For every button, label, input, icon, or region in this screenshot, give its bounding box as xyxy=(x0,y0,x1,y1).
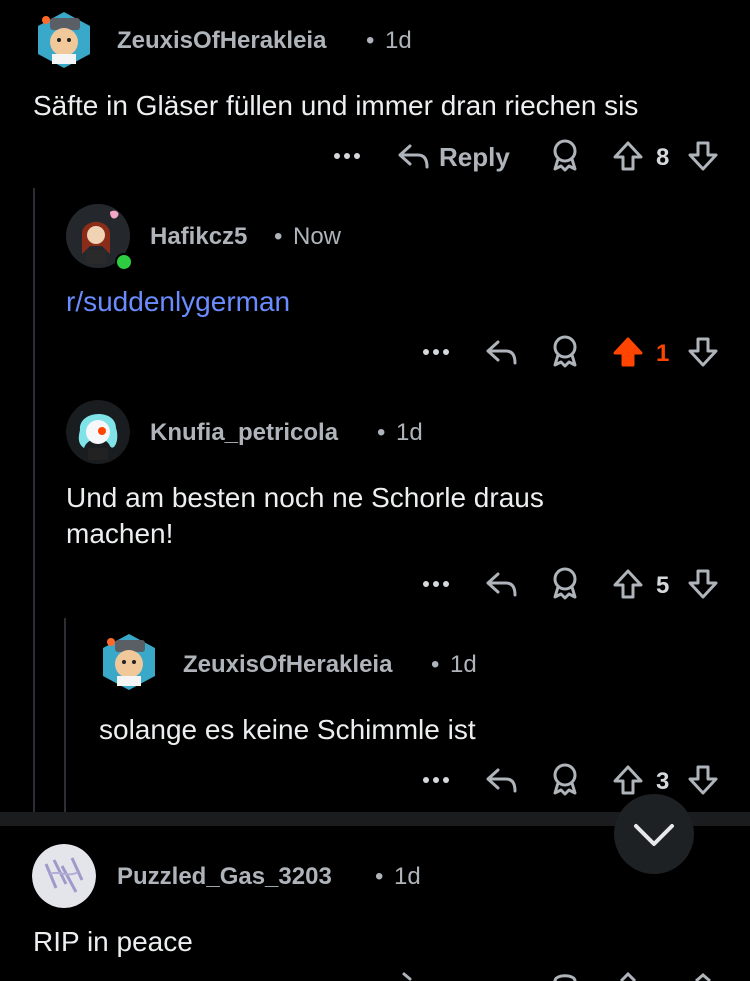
timestamp: Now xyxy=(293,223,342,250)
more-options-icon[interactable] xyxy=(333,146,361,166)
online-indicator xyxy=(115,253,133,271)
avatar[interactable] xyxy=(34,8,94,72)
vote-count: 8 xyxy=(656,144,670,171)
downvote-icon[interactable] xyxy=(688,336,718,368)
separator-dot: • xyxy=(366,27,375,54)
avatar-image-icon xyxy=(38,12,90,68)
username[interactable]: ZeuxisOfHerakleia xyxy=(117,27,326,55)
avatar-image-icon xyxy=(66,400,130,464)
timestamp: 1d xyxy=(394,863,421,890)
upvote-icon[interactable] xyxy=(613,568,643,600)
avatar[interactable] xyxy=(32,844,96,908)
downvote-icon[interactable] xyxy=(688,764,718,796)
reply-icon[interactable] xyxy=(484,764,518,796)
avatar[interactable] xyxy=(66,400,130,464)
timestamp: 1d xyxy=(396,419,423,446)
upvote-icon[interactable] xyxy=(613,140,643,172)
downvote-icon[interactable] xyxy=(688,970,718,981)
timestamp: 1d xyxy=(385,27,412,54)
more-options-icon[interactable] xyxy=(422,342,450,362)
separator-dot: • xyxy=(377,419,386,446)
award-icon[interactable] xyxy=(549,138,581,172)
award-icon[interactable] xyxy=(549,970,581,981)
comment-text: solange es keine Schimmle ist xyxy=(99,714,476,745)
username[interactable]: Knufia_petricola xyxy=(150,419,338,447)
separator-dot: • xyxy=(431,651,440,678)
avatar-image-icon xyxy=(103,634,155,690)
award-icon[interactable] xyxy=(549,762,581,796)
username[interactable]: ZeuxisOfHerakleia xyxy=(183,651,392,679)
award-icon[interactable] xyxy=(549,334,581,368)
reply-button[interactable]: Reply xyxy=(439,142,510,173)
comment-text-line-2: machen! xyxy=(66,518,174,549)
vote-count: 3 xyxy=(656,768,670,795)
vote-count: 5 xyxy=(656,572,670,599)
next-comment-button[interactable] xyxy=(614,794,694,874)
reply-icon[interactable] xyxy=(484,568,518,600)
chevron-down-icon xyxy=(634,824,674,846)
separator-dot: • xyxy=(375,863,384,890)
thread-line-level-2 xyxy=(64,618,66,812)
comment-text: Säfte in Gläser füllen und immer dran ri… xyxy=(33,90,639,121)
upvote-icon[interactable] xyxy=(613,764,643,796)
reply-icon[interactable] xyxy=(396,970,430,981)
more-options-icon[interactable] xyxy=(422,770,450,790)
avatar-image-icon xyxy=(32,844,96,908)
subreddit-link[interactable]: r/suddenlygerman xyxy=(66,284,290,320)
upvote-icon[interactable] xyxy=(613,970,643,981)
comment-text: RIP in peace xyxy=(33,926,193,957)
downvote-icon[interactable] xyxy=(688,568,718,600)
more-options-icon[interactable] xyxy=(422,574,450,594)
vote-count: 1 xyxy=(656,340,670,367)
username[interactable]: Hafikcz5 xyxy=(150,223,247,251)
reply-icon[interactable] xyxy=(484,336,518,368)
reply-icon[interactable] xyxy=(396,140,430,172)
timestamp: 1d xyxy=(450,651,477,678)
separator-dot: • xyxy=(274,223,283,250)
comment-text-line-1: Und am besten noch ne Schorle draus xyxy=(66,482,544,513)
avatar[interactable] xyxy=(99,630,159,694)
upvote-active-icon[interactable] xyxy=(613,336,643,368)
award-icon[interactable] xyxy=(549,566,581,600)
thread-line-level-1 xyxy=(33,188,35,812)
username[interactable]: Puzzled_Gas_3203 xyxy=(117,863,332,891)
downvote-icon[interactable] xyxy=(688,140,718,172)
